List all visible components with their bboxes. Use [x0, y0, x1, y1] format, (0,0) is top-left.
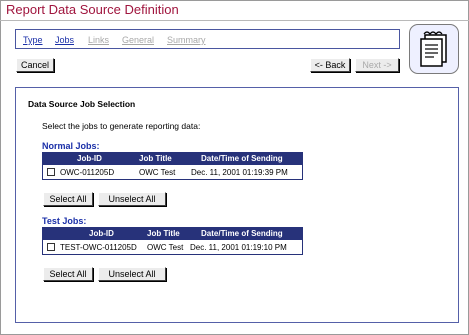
job-title-cell: OWC Test — [147, 243, 184, 252]
normal-select-all-button[interactable]: Select All — [43, 192, 93, 206]
test-jobs-label: Test Jobs: — [42, 216, 87, 226]
column-date-time: Date/Time of Sending — [201, 229, 283, 238]
column-job-title: Job Title — [147, 229, 180, 238]
tab-summary: Summary — [167, 35, 206, 45]
job-id-cell: TEST-OWC-011205D — [60, 243, 137, 252]
table-row: TEST-OWC-011205D OWC Test Dec. 11, 2001 … — [43, 240, 302, 254]
instruction-text: Select the jobs to generate reporting da… — [42, 121, 201, 131]
tab-links: Links — [88, 35, 110, 45]
normal-unselect-all-button[interactable]: Unselect All — [98, 192, 166, 206]
wizard-step-nav: Type Jobs Links General Summary — [15, 29, 400, 49]
table-header: Job-ID Job Title Date/Time of Sending — [43, 153, 302, 165]
table-header: Job-ID Job Title Date/Time of Sending — [43, 228, 302, 240]
column-job-title: Job Title — [139, 154, 172, 163]
document-icon — [409, 24, 459, 74]
title-divider — [0, 20, 469, 21]
table-row: OWC-011205D OWC Test Dec. 11, 2001 01:19… — [43, 165, 302, 179]
section-title: Data Source Job Selection — [28, 99, 136, 109]
job-checkbox[interactable] — [47, 243, 55, 251]
page-title: Report Data Source Definition — [6, 2, 179, 17]
tab-jobs[interactable]: Jobs — [55, 35, 74, 45]
test-select-all-button[interactable]: Select All — [43, 267, 93, 281]
job-id-cell: OWC-011205D — [60, 168, 115, 177]
tab-type[interactable]: Type — [23, 35, 43, 45]
date-time-cell: Dec. 11, 2001 01:19:39 PM — [191, 168, 288, 177]
normal-jobs-label: Normal Jobs: — [42, 141, 100, 151]
tab-general: General — [122, 35, 155, 45]
cancel-button[interactable]: Cancel — [16, 58, 54, 72]
column-job-id: Job-ID — [89, 229, 114, 238]
job-title-cell: OWC Test — [139, 168, 176, 177]
test-unselect-all-button[interactable]: Unselect All — [98, 267, 166, 281]
job-checkbox[interactable] — [47, 168, 55, 176]
column-date-time: Date/Time of Sending — [201, 154, 283, 163]
test-jobs-table: Job-ID Job Title Date/Time of Sending TE… — [42, 227, 303, 255]
normal-jobs-table: Job-ID Job Title Date/Time of Sending OW… — [42, 152, 303, 180]
back-button[interactable]: <- Back — [310, 58, 350, 72]
next-button: Next -> — [355, 58, 399, 72]
date-time-cell: Dec. 11, 2001 01:19:10 PM — [190, 243, 287, 252]
column-job-id: Job-ID — [77, 154, 102, 163]
